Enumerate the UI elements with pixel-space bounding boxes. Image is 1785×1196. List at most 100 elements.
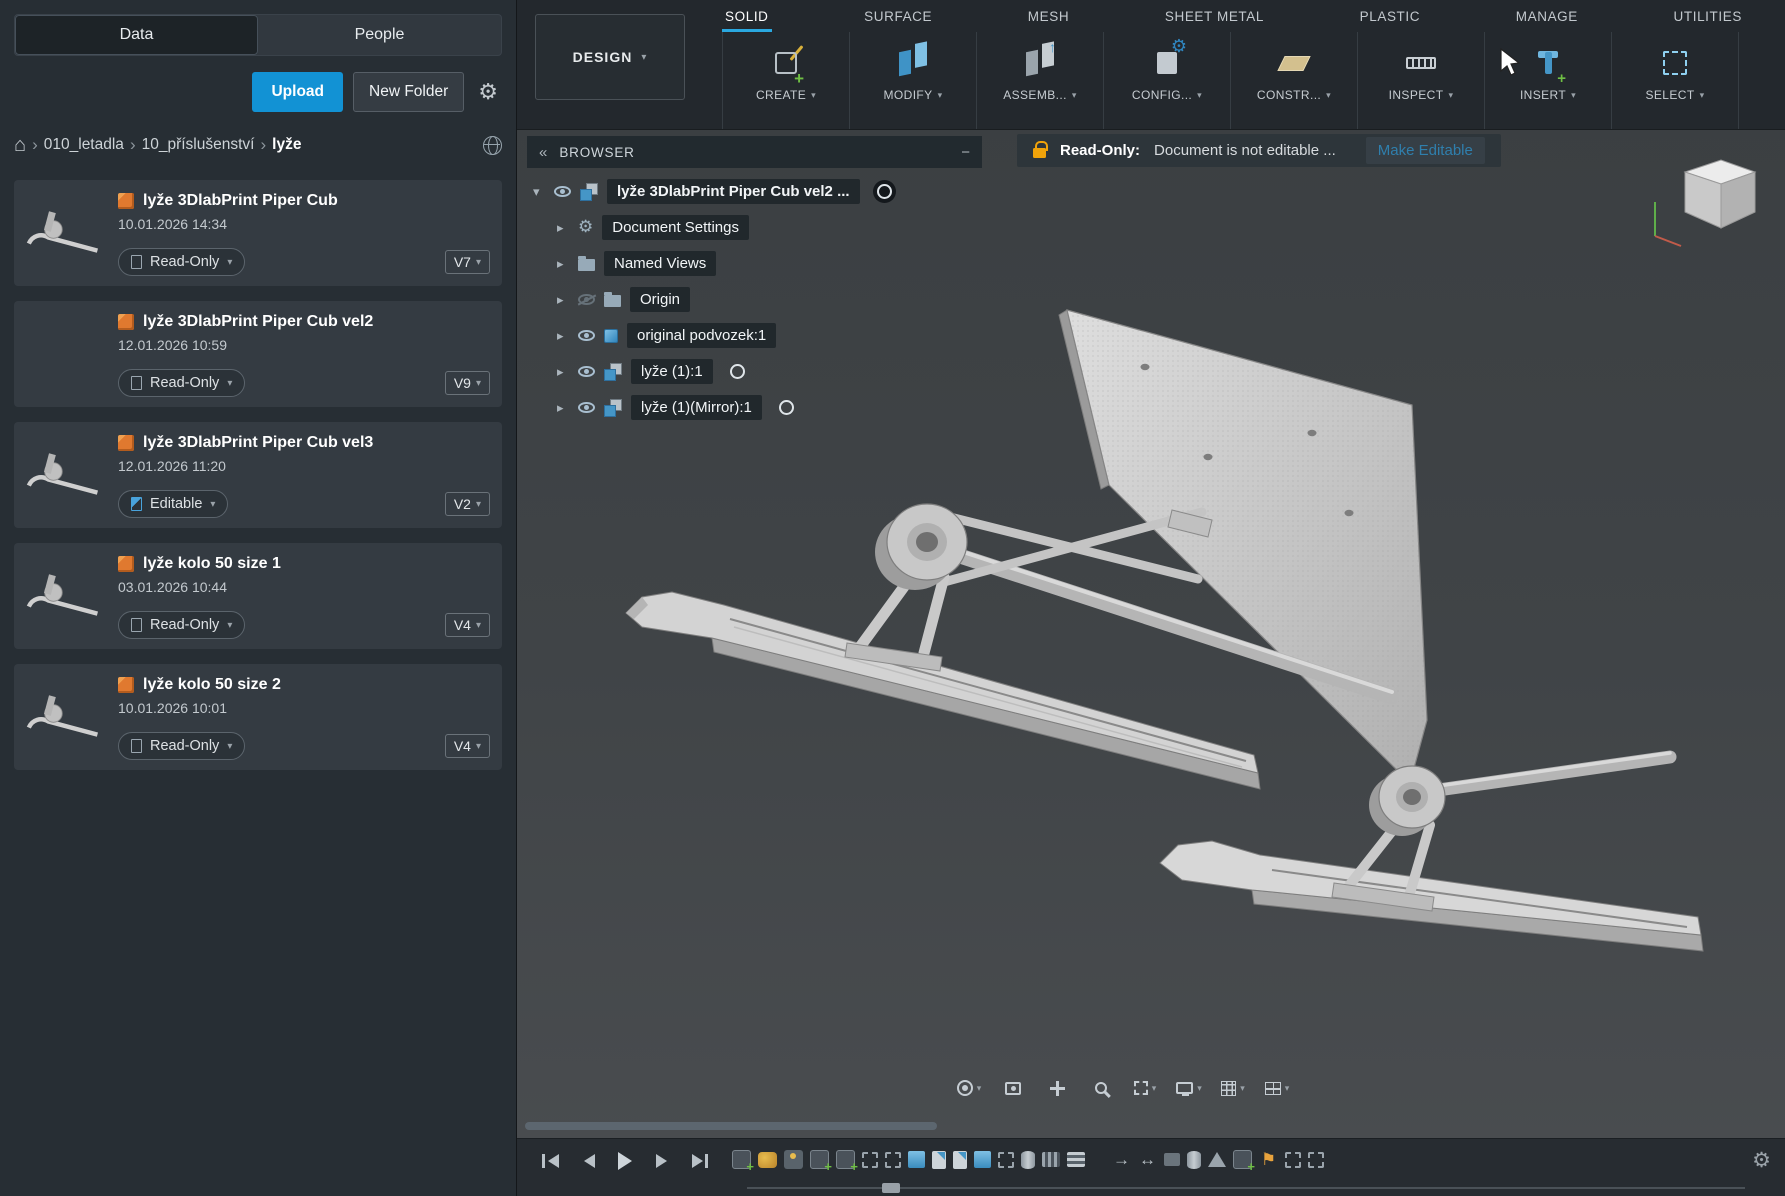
step-forward[interactable]	[645, 1145, 677, 1177]
pan[interactable]: ▾	[1040, 1073, 1074, 1103]
activate-component-radio[interactable]	[877, 184, 892, 199]
node-label[interactable]: lyže (1):1	[631, 359, 713, 384]
status-pill[interactable]: Read-Only ▾	[118, 611, 245, 639]
modify-feature[interactable]	[953, 1151, 967, 1169]
expand-arrow-icon[interactable]	[557, 255, 569, 273]
expand-arrow-icon[interactable]	[557, 291, 569, 309]
zoom-window[interactable]: ▾	[1128, 1073, 1162, 1103]
ribbon-group-icon[interactable]	[1653, 43, 1697, 83]
cylinder[interactable]	[1187, 1151, 1201, 1169]
ribbon-group-icon[interactable]	[1399, 43, 1443, 83]
expand-arrow-icon[interactable]	[533, 183, 545, 201]
ribbon-tab[interactable]: PLASTIC	[1357, 0, 1423, 32]
timeline-slider-handle[interactable]	[882, 1183, 900, 1193]
timeline-settings-gear-icon[interactable]: ⚙	[1752, 1148, 1771, 1173]
chevron-down-icon[interactable]: ▾	[977, 1083, 982, 1094]
ribbon-tab[interactable]: SHEET METAL	[1162, 0, 1267, 32]
sketch[interactable]	[1285, 1152, 1301, 1168]
ribbon-tab[interactable]: SOLID	[722, 0, 772, 32]
visibility-eye-icon[interactable]	[578, 402, 595, 413]
chevron-down-icon[interactable]: ▾	[1240, 1083, 1245, 1094]
file-card[interactable]: lyže kolo 50 size 1 03.01.2026 10:44 Rea…	[14, 543, 502, 649]
node-label[interactable]: Document Settings	[602, 215, 749, 240]
ribbon-group[interactable]: MODIFY ▾	[850, 32, 977, 129]
activate-component-radio[interactable]	[730, 364, 745, 379]
browser-tree-row[interactable]: original podvozek:1	[527, 320, 982, 351]
draft[interactable]	[1208, 1152, 1226, 1167]
new-component[interactable]	[836, 1150, 855, 1169]
node-label[interactable]: lyže (1)(Mirror):1	[631, 395, 762, 420]
extrude[interactable]	[908, 1151, 925, 1168]
new-folder-button[interactable]: New Folder	[353, 72, 464, 112]
go-to-end[interactable]	[681, 1145, 713, 1177]
browser-tree-row[interactable]: lyže (1):1	[527, 356, 982, 387]
panel-tab[interactable]: Data	[15, 15, 258, 55]
ribbon-group-icon[interactable]	[1018, 43, 1062, 83]
make-editable-button[interactable]: Make Editable	[1366, 137, 1485, 164]
ribbon-group-icon[interactable]	[1526, 43, 1570, 83]
upload-button[interactable]: Upload	[252, 72, 343, 112]
ribbon-tab[interactable]: SURFACE	[861, 0, 935, 32]
version-badge[interactable]: V2 ▾	[445, 492, 490, 516]
form-feature[interactable]	[758, 1152, 777, 1168]
ribbon-group-icon[interactable]	[764, 43, 808, 83]
pattern[interactable]	[1042, 1152, 1060, 1167]
status-pill[interactable]: Read-Only ▾	[118, 732, 245, 760]
align[interactable]	[1138, 1150, 1157, 1169]
loft[interactable]	[1067, 1152, 1085, 1167]
sketch[interactable]	[998, 1152, 1014, 1168]
ribbon-group[interactable]: CONSTR... ▾	[1231, 32, 1358, 129]
orbit[interactable]: ▾	[952, 1073, 986, 1103]
status-pill[interactable]: Read-Only ▾	[118, 369, 245, 397]
ribbon-group-icon[interactable]	[1145, 43, 1189, 83]
workspace-switcher[interactable]: DESIGN ▾	[535, 14, 685, 100]
chevron-down-icon[interactable]: ▾	[1285, 1083, 1290, 1094]
browser-tree-row[interactable]: Document Settings	[527, 212, 982, 243]
file-card[interactable]: lyže 3DlabPrint Piper Cub vel3 12.01.202…	[14, 422, 502, 528]
browser-tree-row[interactable]: Named Views	[527, 248, 982, 279]
grid-settings[interactable]: ▾	[1216, 1073, 1250, 1103]
expand-arrow-icon[interactable]	[557, 327, 569, 345]
viewports[interactable]: ▾	[1260, 1073, 1294, 1103]
breadcrumb-item[interactable]: › lyže	[260, 135, 301, 155]
move[interactable]	[1112, 1150, 1131, 1169]
play[interactable]	[609, 1145, 641, 1177]
ribbon-tab[interactable]: UTILITIES	[1671, 0, 1745, 32]
file-card[interactable]: lyže kolo 50 size 2 10.01.2026 10:01 Rea…	[14, 664, 502, 770]
version-badge[interactable]: V4 ▾	[445, 734, 490, 758]
ribbon-group[interactable]: SELECT ▾	[1612, 32, 1739, 129]
browser-tree-row[interactable]: Origin	[527, 284, 982, 315]
ribbon-group[interactable]: ASSEMB... ▾	[977, 32, 1104, 129]
collapse-panel-icon[interactable]: «	[539, 144, 547, 161]
node-label[interactable]: Named Views	[604, 251, 716, 276]
version-badge[interactable]: V9 ▾	[445, 371, 490, 395]
home-icon[interactable]: ⌂	[14, 134, 26, 157]
visibility-eye-icon[interactable]	[578, 366, 595, 377]
expand-arrow-icon[interactable]	[557, 399, 569, 417]
new-component[interactable]	[810, 1150, 829, 1169]
ribbon-group[interactable]: INSPECT ▾	[1358, 32, 1485, 129]
breadcrumb-item[interactable]: › 010_letadla	[32, 135, 124, 155]
joint[interactable]	[784, 1150, 803, 1169]
status-pill[interactable]: Editable ▾	[118, 490, 228, 518]
file-card[interactable]: lyže 3DlabPrint Piper Cub 10.01.2026 14:…	[14, 180, 502, 286]
container[interactable]	[1164, 1153, 1180, 1166]
file-card[interactable]: lyže 3DlabPrint Piper Cub vel2 12.01.202…	[14, 301, 502, 407]
ribbon-tab[interactable]: MANAGE	[1513, 0, 1581, 32]
panel-tab[interactable]: People	[258, 15, 501, 55]
sketch[interactable]	[1308, 1152, 1324, 1168]
milestone-flag[interactable]	[1259, 1150, 1278, 1169]
expand-arrow-icon[interactable]	[557, 219, 569, 237]
look-at[interactable]: ▾	[996, 1073, 1030, 1103]
ribbon-group[interactable]: INSERT ▾	[1485, 32, 1612, 129]
version-badge[interactable]: V7 ▾	[445, 250, 490, 274]
browser-tree-row[interactable]: lyže 3DlabPrint Piper Cub vel2 ...	[527, 176, 982, 207]
zoom[interactable]: ▾	[1084, 1073, 1118, 1103]
node-label[interactable]: lyže 3DlabPrint Piper Cub vel2 ...	[607, 179, 860, 204]
node-label[interactable]: original podvozek:1	[627, 323, 776, 348]
ribbon-tab[interactable]: MESH	[1025, 0, 1072, 32]
minimize-icon[interactable]: −	[961, 144, 970, 161]
timeline-horizontal-scrollbar[interactable]	[525, 1122, 937, 1130]
visibility-eye-icon[interactable]	[578, 294, 595, 305]
hole[interactable]	[1021, 1151, 1035, 1169]
